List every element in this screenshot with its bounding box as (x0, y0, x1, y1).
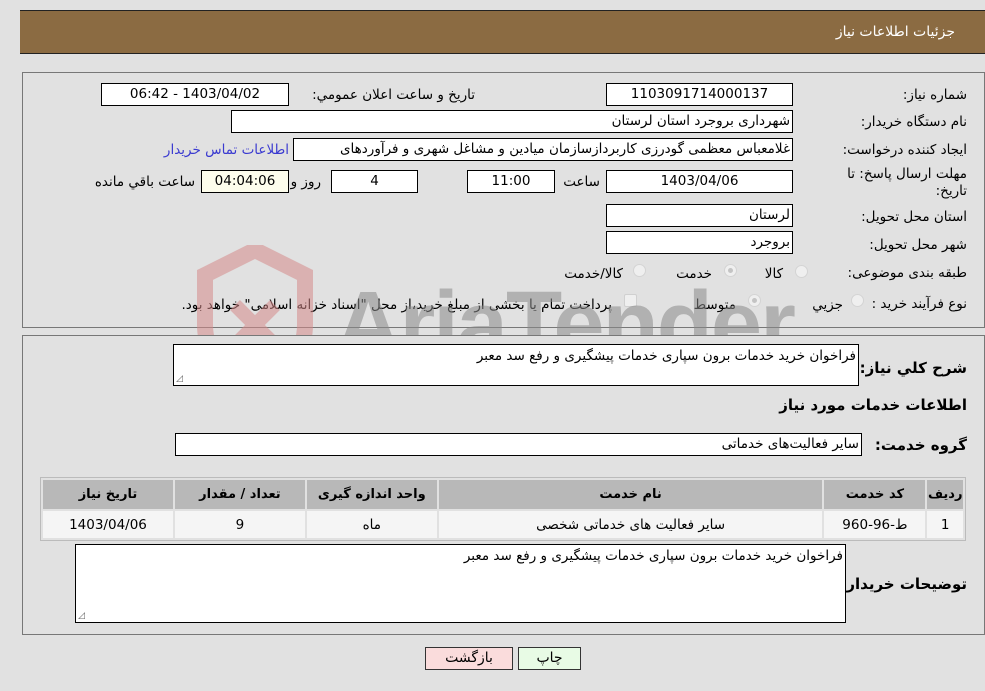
back-button[interactable]: بازگشت (425, 647, 513, 670)
table-row: 1 ط-96-960 سایر فعالیت های خدماتی شخصی م… (43, 511, 963, 538)
process-radio-medium[interactable] (748, 294, 761, 307)
col-service-code: كد خدمت (824, 480, 926, 509)
category-radio-goods[interactable] (795, 265, 808, 278)
deadline-label-2: تاريخ: (935, 183, 967, 199)
col-need-date: تاريخ نياز (43, 480, 173, 509)
cell-service-name: سایر فعالیت های خدماتی شخصی (438, 511, 823, 538)
treasury-checkbox-label: پرداخت تمام يا بخشی از مبلغ خريد،از محل … (181, 297, 612, 313)
description-label: شرح كلي نياز: (859, 359, 967, 377)
category-option-goods-service: كالا/خدمت (564, 266, 623, 282)
remaining-time-field[interactable]: 04:04:06 (201, 170, 289, 193)
time-label: ساعت (563, 174, 600, 190)
col-quantity: تعداد / مقدار (174, 480, 305, 509)
service-group-label: گروه خدمت: (874, 436, 967, 454)
col-row-number: رديف (927, 480, 963, 509)
description-text: فراخوان خرید خدمات برون سپاری خدمات پیشگ… (476, 348, 856, 364)
days-remaining-field[interactable]: 4 (331, 170, 418, 193)
buyer-notes-textarea[interactable]: فراخوان خرید خدمات برون سپاری خدمات پیشگ… (75, 544, 846, 623)
announce-datetime-field[interactable]: 1403/04/02 - 06:42 (101, 83, 289, 106)
col-unit: واحد اندازه گيری (306, 480, 437, 509)
page-header: جزئیات اطلاعات نیاز (20, 10, 985, 54)
city-field[interactable]: بروجرد (606, 231, 793, 254)
province-field[interactable]: لرستان (606, 204, 793, 227)
cell-row-number: 1 (927, 511, 963, 538)
buyer-org-label: نام دستگاه خريدار: (860, 114, 967, 130)
process-label: نوع فرآيند خريد : (871, 296, 967, 312)
cell-service-code: ط-96-960 (824, 511, 926, 538)
category-option-goods: كالا (764, 266, 783, 282)
process-option-minor: جزيي (812, 297, 843, 313)
deadline-label: مهلت ارسال پاسخ: تا (847, 166, 967, 182)
deadline-date-field[interactable]: 1403/04/06 (606, 170, 793, 193)
resize-grip-icon[interactable]: ◿ (176, 374, 183, 384)
page-title: جزئیات اطلاعات نیاز (835, 24, 955, 40)
cell-quantity: 9 (174, 511, 305, 538)
col-service-name: نام خدمت (438, 480, 823, 509)
deadline-time-field[interactable]: 11:00 (467, 170, 555, 193)
table-header-row: رديف كد خدمت نام خدمت واحد اندازه گيری ت… (43, 480, 963, 509)
buyer-notes-text: فراخوان خرید خدمات برون سپاری خدمات پیشگ… (463, 548, 843, 564)
resize-grip-icon[interactable]: ◿ (78, 611, 85, 621)
print-button[interactable]: چاپ (518, 647, 581, 670)
requester-field[interactable]: غلامعباس معظمی گودرزی کاربردازسازمان میا… (293, 138, 793, 161)
need-number-field[interactable]: 1103091714000137 (606, 83, 793, 106)
buyer-contact-link[interactable]: اطلاعات تماس خريدار (164, 142, 289, 158)
city-label: شهر محل تحويل: (869, 237, 967, 253)
treasury-checkbox[interactable] (624, 294, 637, 307)
category-label: طبقه بندی موضوعی: (847, 265, 967, 281)
announce-label: تاريخ و ساعت اعلان عمومي: (312, 87, 475, 103)
category-option-service: خدمت (676, 266, 712, 282)
days-label: روز و (290, 174, 321, 190)
buyer-org-field[interactable]: شهرداری بروجرد استان لرستان (231, 110, 793, 133)
cell-unit: ماه (306, 511, 437, 538)
requester-label: ايجاد كننده درخواست: (842, 142, 967, 158)
buyer-notes-label: توضيحات خريدار: (840, 575, 967, 593)
services-heading: اطلاعات خدمات مورد نياز (779, 396, 967, 414)
process-radio-minor[interactable] (851, 294, 864, 307)
services-table: رديف كد خدمت نام خدمت واحد اندازه گيری ت… (40, 477, 966, 541)
category-radio-service[interactable] (724, 264, 737, 277)
description-textarea[interactable]: فراخوان خرید خدمات برون سپاری خدمات پیشگ… (173, 344, 859, 386)
province-label: استان محل تحويل: (861, 209, 967, 225)
category-radio-goods-service[interactable] (633, 264, 646, 277)
need-number-label: شماره نیاز: (902, 87, 967, 103)
remaining-time-label: ساعت باقي مانده (94, 174, 195, 190)
service-group-field[interactable]: سایر فعالیت‌های خدماتی (175, 433, 862, 456)
process-option-medium: متوسط (693, 297, 736, 313)
cell-need-date: 1403/04/06 (43, 511, 173, 538)
